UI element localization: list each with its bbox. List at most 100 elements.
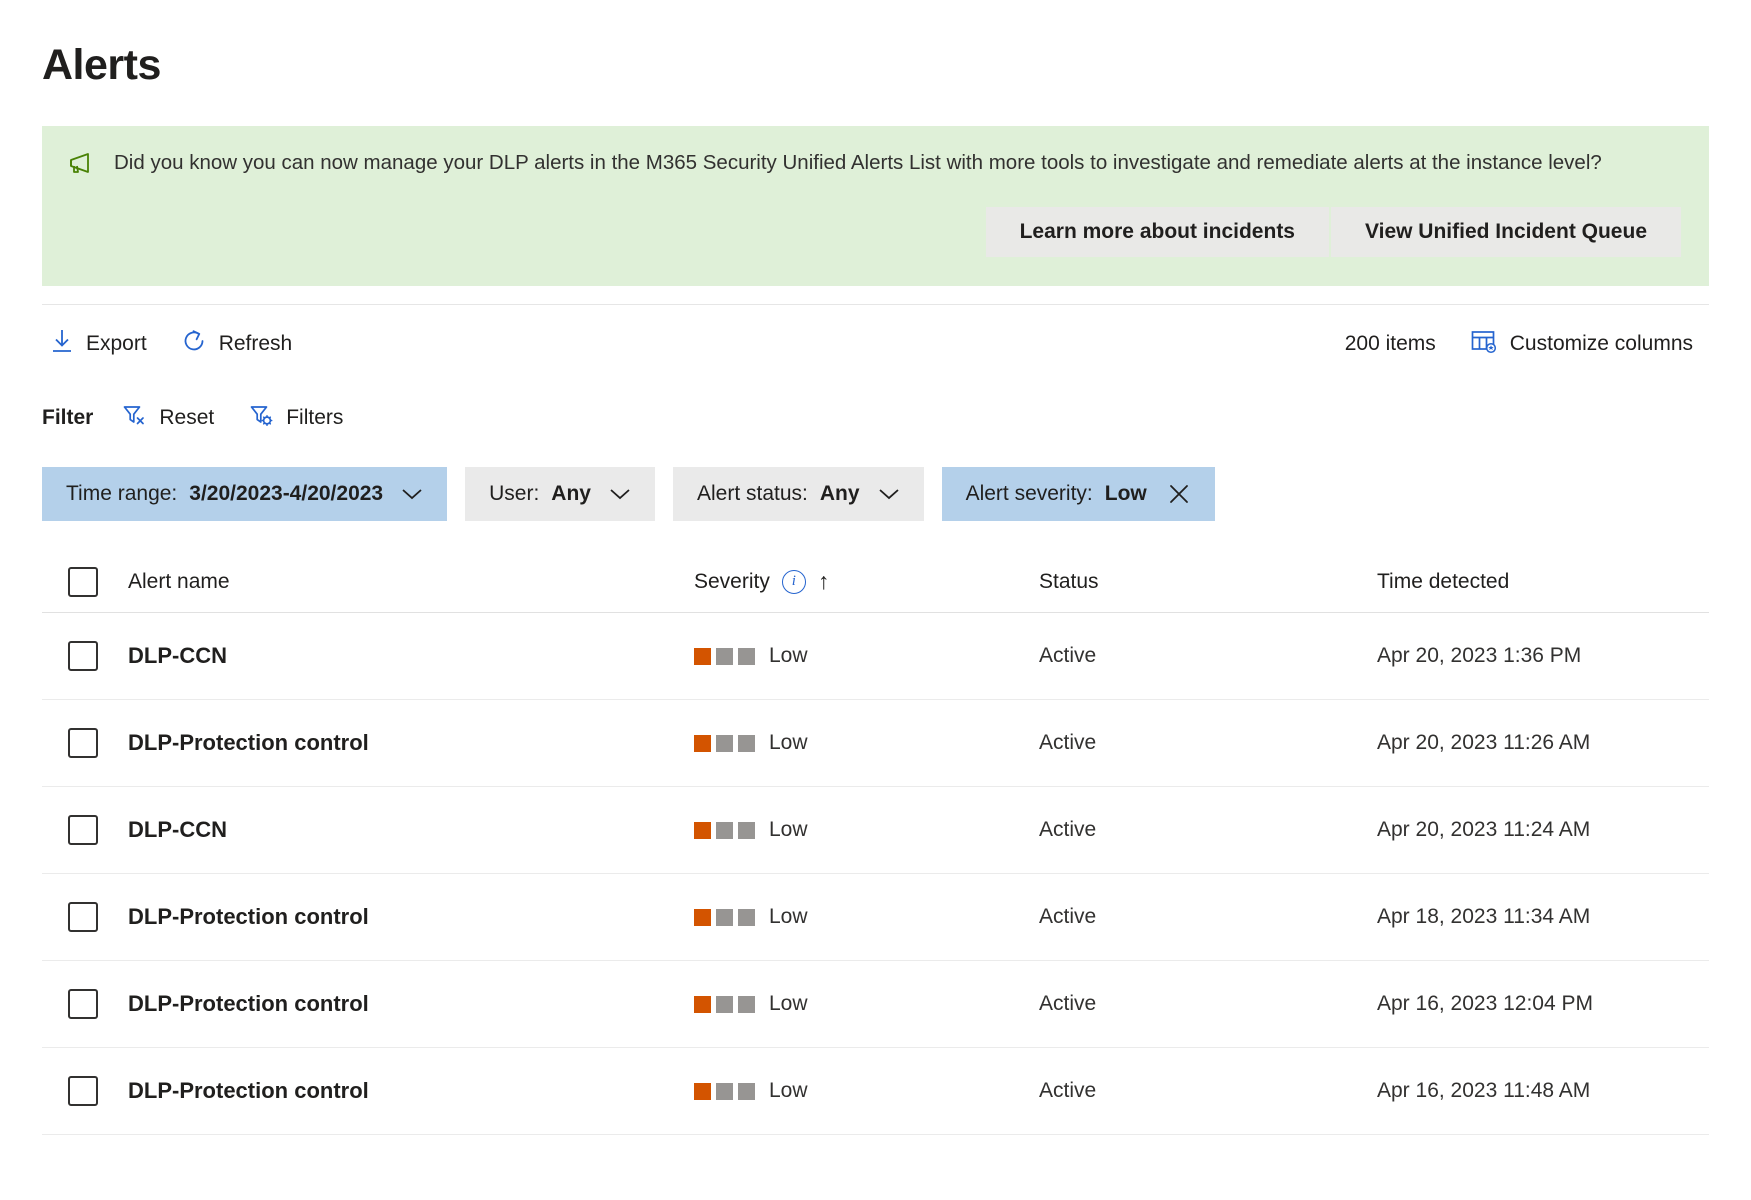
status-value: Active: [1039, 1079, 1097, 1103]
filter-settings-icon: [248, 402, 274, 434]
table-row[interactable]: DLP-Protection control Low Active Apr 16…: [42, 1048, 1709, 1136]
column-header-label: Status: [1039, 569, 1099, 593]
customize-columns-label: Customize columns: [1509, 332, 1693, 356]
filter-label: Filter: [42, 406, 94, 430]
alert-name-link[interactable]: DLP-Protection control: [128, 730, 369, 755]
chevron-down-icon[interactable]: [609, 487, 631, 501]
severity-label: Low: [769, 905, 808, 929]
info-icon[interactable]: i: [781, 569, 806, 594]
filter-pill-user[interactable]: User: Any: [465, 467, 655, 522]
time-detected-value: Apr 20, 2023 1:36 PM: [1377, 644, 1582, 668]
status-value: Active: [1039, 905, 1097, 929]
severity-blocks-icon: [694, 821, 755, 839]
pill-key: User:: [489, 482, 540, 506]
row-checkbox[interactable]: [68, 641, 98, 672]
severity-cell: Low: [694, 1079, 1039, 1103]
refresh-label: Refresh: [218, 332, 293, 356]
row-select-cell: [42, 641, 128, 672]
filters-button[interactable]: Filters: [242, 396, 357, 440]
table-row[interactable]: DLP-Protection control Low Active Apr 20…: [42, 700, 1709, 788]
severity-cell: Low: [694, 992, 1039, 1016]
pill-value: Low: [1104, 482, 1147, 506]
reset-filters-button[interactable]: Reset: [115, 396, 228, 440]
status-value: Active: [1039, 818, 1097, 842]
row-select-cell: [42, 989, 128, 1020]
row-checkbox[interactable]: [68, 1076, 98, 1107]
alert-name-link[interactable]: DLP-CCN: [128, 817, 227, 842]
pill-value: 3/20/2023-4/20/2023: [189, 482, 384, 506]
filter-pill-alert-status[interactable]: Alert status: Any: [672, 467, 924, 522]
severity-cell: Low: [694, 905, 1039, 929]
time-detected-value: Apr 16, 2023 11:48 AM: [1377, 1079, 1591, 1103]
table-row[interactable]: DLP-CCN Low Active Apr 20, 2023 11:24 AM: [42, 787, 1709, 875]
status-value: Active: [1039, 992, 1097, 1016]
column-header-label: Alert name: [128, 569, 230, 593]
filter-bar: Filter Reset Filters: [42, 387, 1709, 449]
refresh-button[interactable]: Refresh: [175, 322, 307, 366]
status-value: Active: [1039, 731, 1097, 755]
time-detected-value: Apr 20, 2023 11:26 AM: [1377, 731, 1591, 755]
banner-actions: Learn more about incidents View Unified …: [68, 207, 1681, 258]
select-all-checkbox[interactable]: [68, 566, 98, 597]
alert-name-link[interactable]: DLP-CCN: [128, 643, 227, 668]
alerts-page: Alerts Did you know you can now manage y…: [0, 0, 1751, 1200]
pill-key: Time range:: [66, 482, 178, 506]
pill-value: Any: [819, 482, 860, 506]
alert-name-link[interactable]: DLP-Protection control: [128, 904, 369, 929]
export-label: Export: [86, 332, 147, 356]
filter-pill-alert-severity[interactable]: Alert severity: Low: [941, 467, 1215, 522]
alert-name-link[interactable]: DLP-Protection control: [128, 991, 369, 1016]
row-checkbox[interactable]: [68, 902, 98, 933]
table-header-row: Alert name Severity i ↑ Status Time dete…: [42, 551, 1709, 614]
time-detected-value: Apr 18, 2023 11:34 AM: [1377, 905, 1591, 929]
command-toolbar: Export Refresh 200 items Customize colum…: [42, 305, 1709, 383]
severity-blocks-icon: [694, 908, 755, 926]
filter-pill-time-range[interactable]: Time range: 3/20/2023-4/20/2023: [42, 467, 448, 522]
table-row[interactable]: DLP-CCN Low Active Apr 20, 2023 1:36 PM: [42, 613, 1709, 701]
row-checkbox[interactable]: [68, 815, 98, 846]
columns-icon: [1470, 328, 1498, 360]
column-header-time-detected[interactable]: Time detected: [1377, 570, 1709, 594]
column-header-alert-name[interactable]: Alert name: [128, 570, 694, 594]
severity-label: Low: [769, 731, 808, 755]
sort-ascending-icon[interactable]: ↑: [818, 568, 830, 595]
alert-name-link[interactable]: DLP-Protection control: [128, 1078, 369, 1103]
refresh-icon: [181, 328, 207, 360]
filter-pills: Time range: 3/20/2023-4/20/2023 User: An…: [42, 467, 1709, 522]
row-checkbox[interactable]: [68, 989, 98, 1020]
filter-clear-icon: [121, 402, 147, 434]
export-button[interactable]: Export: [44, 322, 161, 366]
reset-label: Reset: [159, 406, 215, 430]
row-select-cell: [42, 1076, 128, 1107]
table-row[interactable]: DLP-Protection control Low Active Apr 16…: [42, 961, 1709, 1049]
learn-more-about-incidents-button[interactable]: Learn more about incidents: [985, 207, 1329, 258]
severity-label: Low: [769, 644, 808, 668]
severity-cell: Low: [694, 731, 1039, 755]
column-header-label: Time detected: [1377, 569, 1510, 593]
customize-columns-button[interactable]: Customize columns: [1464, 322, 1707, 366]
table-row[interactable]: DLP-Protection control Low Active Apr 18…: [42, 874, 1709, 962]
row-checkbox[interactable]: [68, 728, 98, 759]
severity-blocks-icon: [694, 995, 755, 1013]
column-header-severity[interactable]: Severity i ↑: [694, 568, 1039, 595]
select-all-cell: [42, 566, 128, 597]
row-select-cell: [42, 728, 128, 759]
items-count: 200 items: [1344, 332, 1436, 356]
download-icon: [50, 328, 74, 360]
column-header-label: Severity: [694, 569, 770, 593]
megaphone-icon: [68, 152, 100, 181]
time-detected-value: Apr 20, 2023 11:24 AM: [1377, 818, 1591, 842]
chevron-down-icon[interactable]: [401, 487, 423, 501]
severity-label: Low: [769, 992, 808, 1016]
severity-label: Low: [769, 818, 808, 842]
chevron-down-icon[interactable]: [878, 487, 900, 501]
column-header-status[interactable]: Status: [1039, 570, 1377, 594]
severity-blocks-icon: [694, 1082, 755, 1100]
view-unified-incident-queue-button[interactable]: View Unified Incident Queue: [1331, 207, 1681, 258]
close-icon[interactable]: [1167, 482, 1191, 506]
banner-message: Did you know you can now manage your DLP…: [114, 151, 1602, 175]
page-title: Alerts: [42, 41, 161, 89]
pill-key: Alert status:: [696, 482, 808, 506]
severity-blocks-icon: [694, 647, 755, 665]
time-detected-value: Apr 16, 2023 12:04 PM: [1377, 992, 1593, 1016]
